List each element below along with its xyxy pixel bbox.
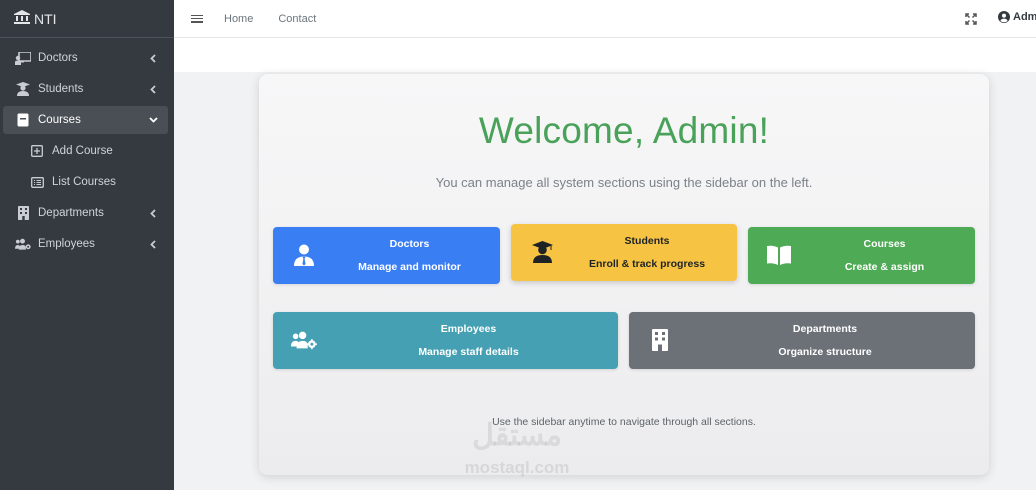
chevron-left-icon [148, 207, 158, 219]
nav-link-contact[interactable]: Contact [278, 13, 316, 25]
user-circle-icon [998, 11, 1010, 23]
sidebar-subitem-label: List Courses [52, 176, 116, 188]
tile-title: Employees [440, 323, 497, 335]
tile-description: Enroll & track progress [588, 258, 706, 270]
brand-link[interactable]: NTI [0, 0, 174, 38]
tile-description: Create & assign [844, 261, 925, 273]
sidebar-item-label: Doctors [38, 52, 78, 64]
book-icon [15, 112, 31, 128]
sidebar-subitem-list-courses[interactable]: List Courses [3, 168, 168, 196]
sidebar-item-employees[interactable]: Employees [3, 230, 168, 258]
sidebar-subitem-label: Add Course [52, 145, 113, 157]
tile-departments[interactable]: Departments Organize structure [629, 312, 975, 369]
chalkboard-teacher-icon [15, 50, 31, 66]
nav-link-home[interactable]: Home [224, 13, 253, 25]
tile-description: Manage staff details [418, 346, 519, 358]
expand-icon[interactable] [965, 12, 977, 25]
tile-title: Departments [792, 323, 858, 335]
building-icon [15, 205, 31, 221]
user-name: Adm [1013, 11, 1036, 23]
tile-employees[interactable]: Employees Manage staff details [273, 312, 618, 369]
sidebar-item-doctors[interactable]: Doctors [3, 44, 168, 72]
list-alt-icon [29, 174, 45, 190]
chevron-down-icon [148, 114, 158, 126]
tile-title: Doctors [389, 238, 430, 250]
sidebar-item-students[interactable]: Students [3, 75, 168, 103]
sidebar-item-label: Courses [38, 114, 81, 126]
chevron-left-icon [148, 83, 158, 95]
tile-courses[interactable]: Courses Create & assign [748, 227, 975, 284]
brand-name: NTI [34, 10, 57, 27]
users-cog-icon [291, 326, 317, 354]
tile-title: Students [624, 235, 670, 247]
tile-students[interactable]: Students Enroll & track progress [511, 224, 737, 281]
chevron-left-icon [148, 52, 158, 64]
users-cog-icon [15, 236, 31, 252]
content-header [174, 38, 1036, 72]
user-graduate-icon [529, 238, 555, 266]
welcome-card: Welcome, Admin! You can manage all syste… [259, 74, 989, 475]
hamburger-icon[interactable] [191, 13, 203, 25]
book-open-icon [766, 241, 792, 269]
tile-title: Courses [863, 238, 906, 250]
building-icon [647, 326, 673, 354]
tile-description: Manage and monitor [358, 261, 461, 273]
tile-description: Organize structure [778, 346, 872, 358]
sidebar-item-label: Departments [38, 207, 104, 219]
page-subtitle: You can manage all system sections using… [435, 175, 813, 190]
sidebar-nav: Doctors Students Courses Add Course List… [0, 38, 174, 258]
user-tie-icon [291, 241, 317, 269]
sidebar-item-label: Students [38, 83, 84, 95]
footer-note: Use the sidebar anytime to navigate thro… [492, 416, 756, 428]
sidebar-item-label: Employees [38, 238, 95, 250]
user-menu[interactable]: Adm [998, 11, 1036, 23]
tile-doctors[interactable]: Doctors Manage and monitor [273, 227, 500, 284]
page-title: Welcome, Admin! [478, 110, 770, 151]
chevron-left-icon [148, 238, 158, 250]
sidebar-item-courses[interactable]: Courses [3, 106, 168, 134]
user-graduate-icon [15, 81, 31, 97]
sidebar-item-departments[interactable]: Departments [3, 199, 168, 227]
plus-square-icon [29, 143, 45, 159]
bank-icon [14, 10, 34, 27]
sidebar-subitem-add-course[interactable]: Add Course [3, 137, 168, 165]
sidebar: NTI Doctors Students Courses Add Course … [0, 0, 174, 490]
top-navbar: Home Contact Adm [174, 0, 1036, 38]
